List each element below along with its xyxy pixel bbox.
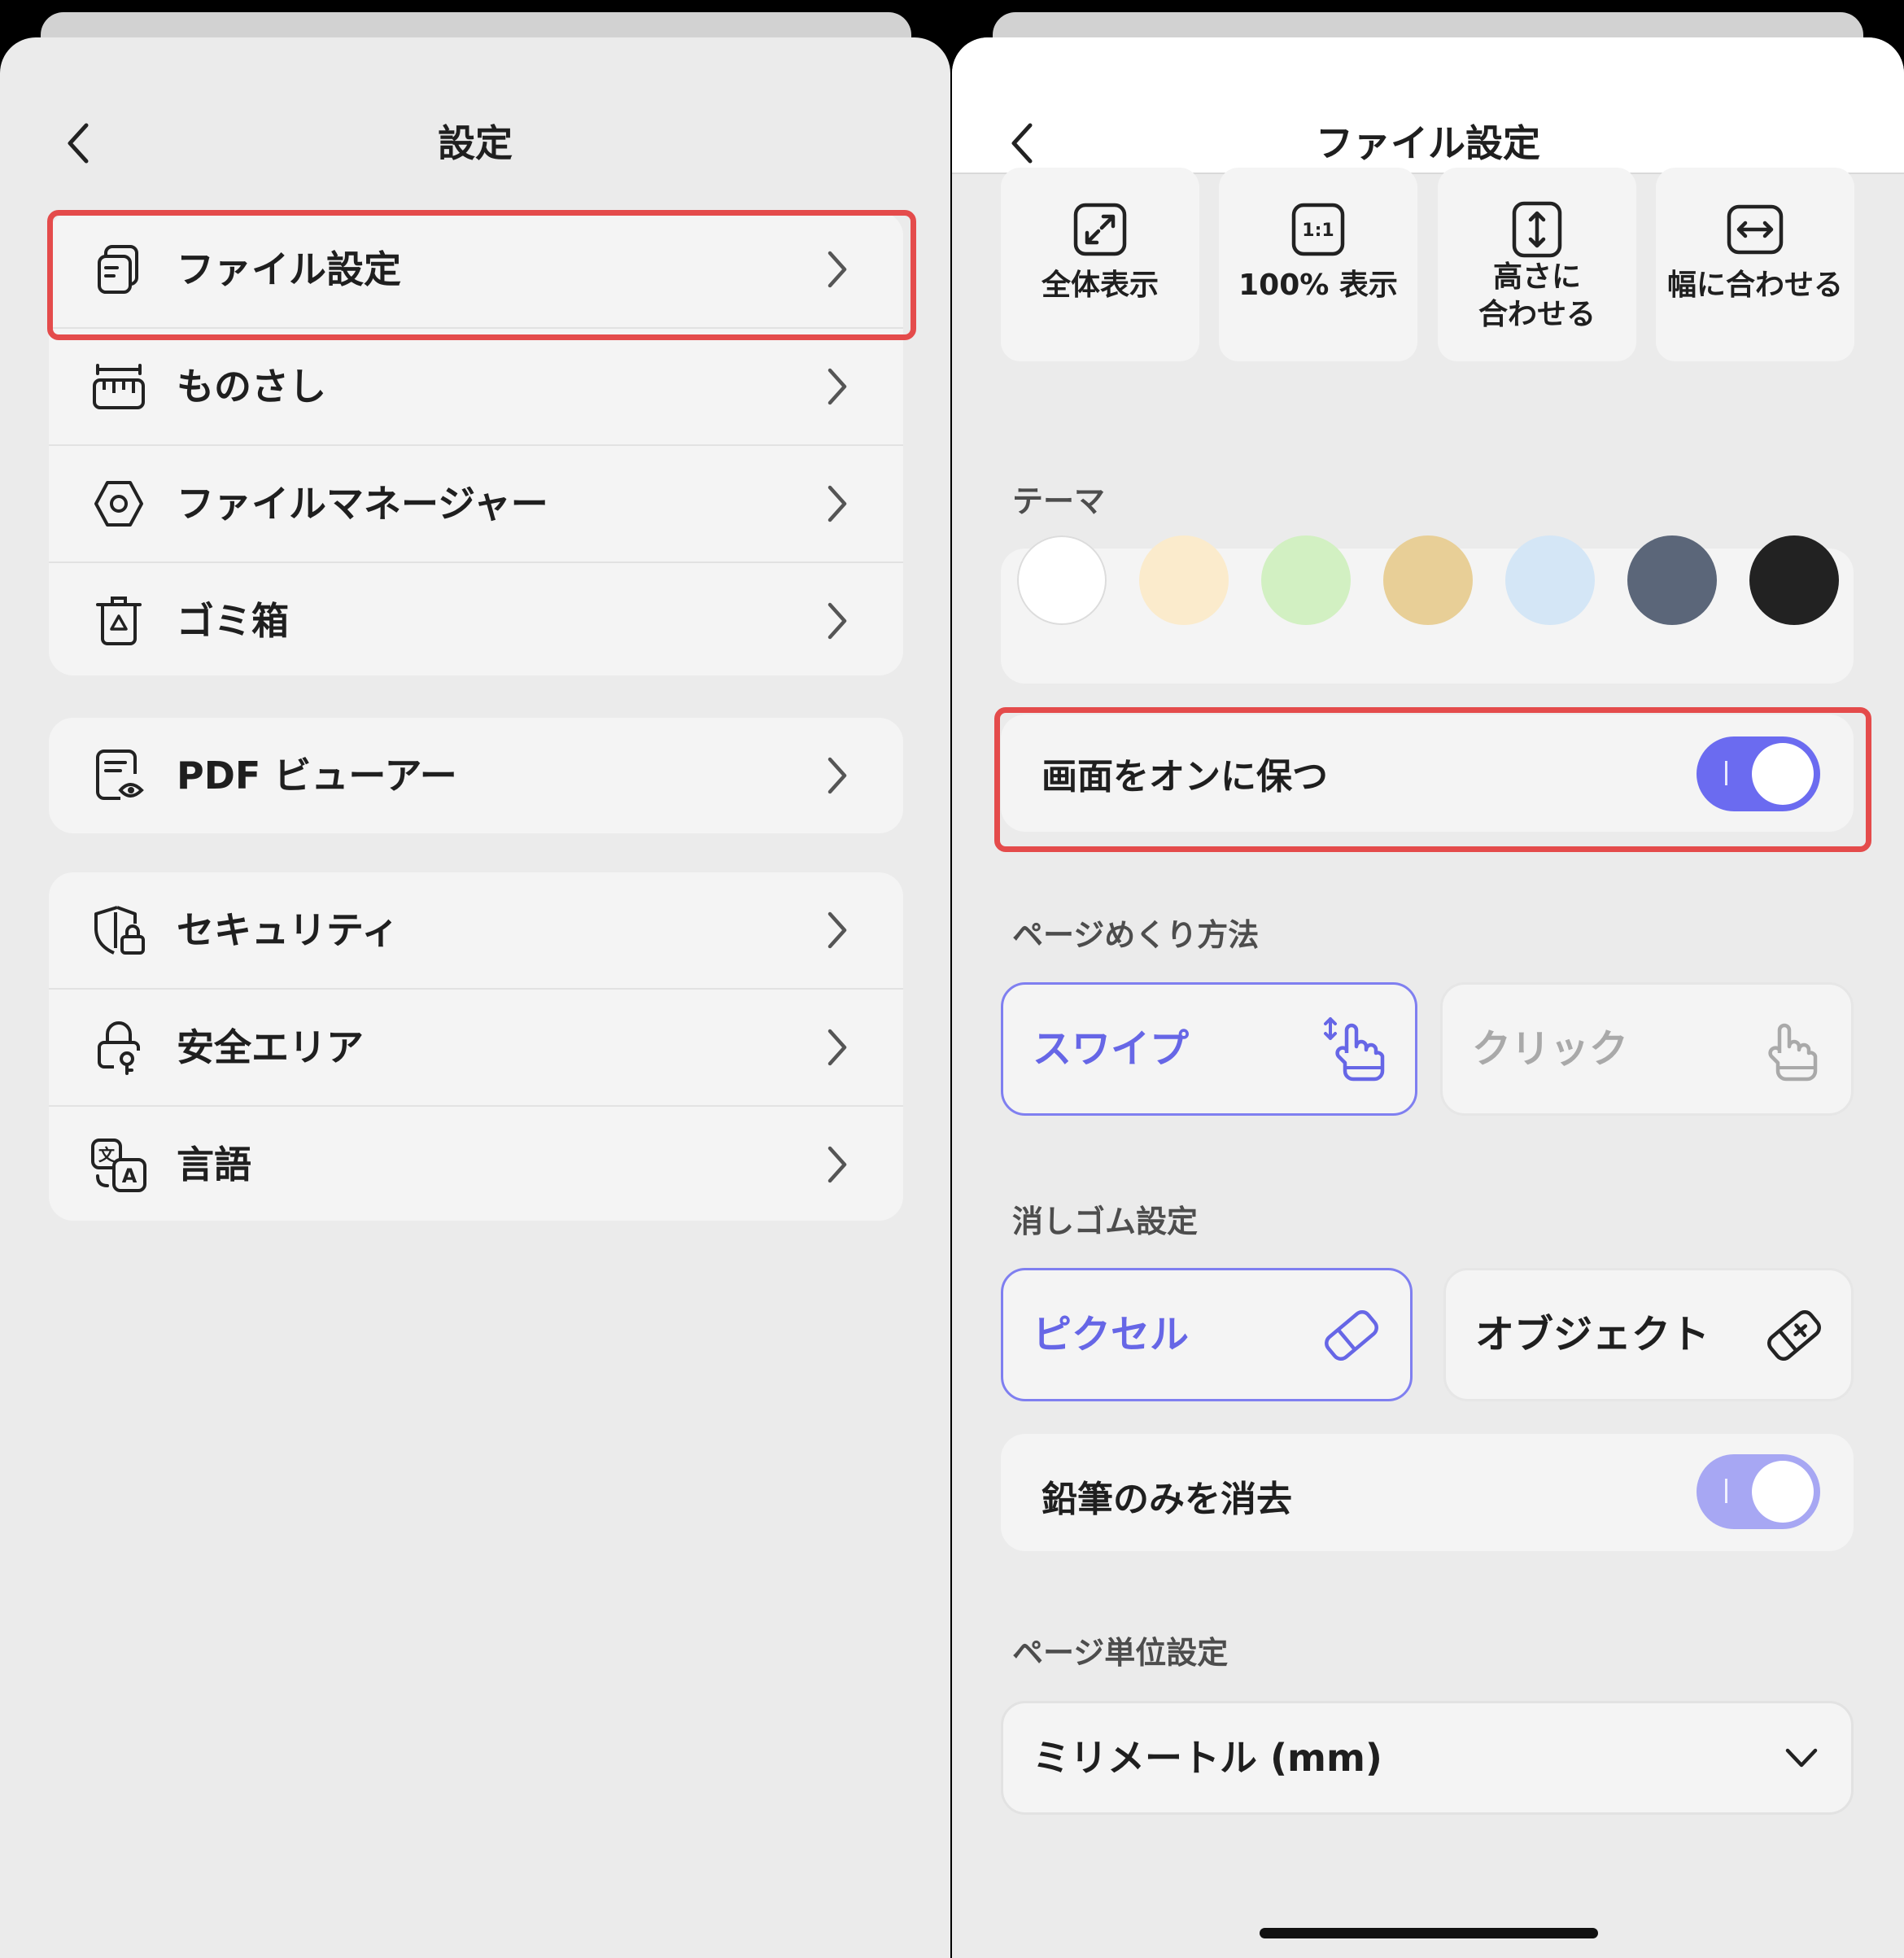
expand-icon — [1073, 203, 1127, 256]
view-mode-label: 高さに 合わせる — [1478, 260, 1596, 331]
settings-group-security: セキュリティ 安全エリア 文A 言語 — [49, 872, 903, 1221]
chevron-left-icon — [1011, 123, 1033, 164]
view-mode-fit-all[interactable]: 全体表示 — [1001, 168, 1199, 361]
fit-height-icon — [1512, 201, 1562, 258]
home-indicator — [1260, 1928, 1598, 1938]
settings-item-safe-area[interactable]: 安全エリア — [49, 988, 903, 1105]
option-label: オブジェクト — [1475, 1312, 1710, 1357]
chevron-right-icon — [828, 485, 847, 522]
settings-item-label: ものさし — [177, 365, 326, 409]
view-mode-fit-width[interactable]: 幅に合わせる — [1656, 168, 1854, 361]
fit-width-icon — [1727, 204, 1784, 255]
back-button[interactable] — [50, 115, 107, 172]
one-to-one-icon: 1:1 — [1291, 203, 1345, 256]
swipe-hand-icon — [1324, 1017, 1385, 1082]
page-unit-select[interactable]: ミリメートル (mm) — [1001, 1701, 1854, 1815]
page-title: 設定 — [438, 121, 513, 165]
theme-swatch-cream[interactable] — [1139, 535, 1229, 625]
header-bar — [952, 37, 1904, 174]
page-turn-option-click[interactable]: クリック — [1440, 982, 1854, 1116]
translate-icon: 文A — [91, 1139, 146, 1192]
section-label-page-turn: ページめくり方法 — [1012, 917, 1260, 953]
chevron-right-icon — [828, 757, 847, 794]
toggle-on-mark — [1725, 761, 1727, 785]
svg-text:A: A — [122, 1165, 138, 1187]
section-label-page-unit: ページ単位設定 — [1012, 1635, 1229, 1671]
settings-group-files: ファイル設定 ものさし ファイルマネージャー ゴミ箱 — [49, 212, 903, 675]
trash-icon — [96, 597, 142, 645]
toggle-on-mark — [1725, 1479, 1727, 1503]
theme-swatch-light-blue[interactable] — [1505, 535, 1595, 625]
settings-item-pdf-viewer[interactable]: PDF ビューアー — [49, 718, 903, 833]
select-value: ミリメートル (mm) — [1033, 1736, 1382, 1780]
toggle-knob — [1752, 743, 1814, 805]
shield-lock-icon — [94, 906, 145, 955]
settings-item-label: 言語 — [177, 1143, 251, 1187]
toggle-label: 画面をオンに保つ — [1042, 756, 1328, 798]
chevron-left-icon — [68, 123, 89, 164]
settings-item-label: セキュリティ — [177, 908, 400, 952]
theme-swatch-green[interactable] — [1261, 535, 1351, 625]
view-mode-label: 全体表示 — [1041, 269, 1159, 302]
file-settings-icon — [98, 245, 138, 294]
pdf-viewer-icon — [96, 750, 144, 800]
section-label-theme: テーマ — [1012, 483, 1106, 519]
settings-item-label: ファイル設定 — [177, 247, 401, 291]
tap-hand-icon — [1768, 1023, 1818, 1082]
settings-item-language[interactable]: 文A 言語 — [49, 1105, 903, 1221]
settings-panel: 設定 ファイル設定 ものさし ファイルマネージャー ゴミ箱 PDF ビューアー — [0, 37, 950, 1958]
eraser-option-pixel[interactable]: ピクセル — [1001, 1268, 1413, 1401]
chevron-right-icon — [828, 251, 847, 288]
settings-item-security[interactable]: セキュリティ — [49, 872, 903, 988]
svg-text:1:1: 1:1 — [1302, 221, 1334, 241]
chevron-down-icon — [1785, 1748, 1818, 1768]
settings-item-label: ゴミ箱 — [177, 599, 289, 643]
view-mode-fit-height[interactable]: 高さに 合わせる — [1438, 168, 1636, 361]
option-label: クリック — [1472, 1026, 1629, 1072]
chevron-right-icon — [828, 911, 847, 949]
chevron-right-icon — [828, 1029, 847, 1066]
option-label: スワイプ — [1033, 1026, 1190, 1072]
chevron-right-icon — [828, 368, 847, 405]
section-label-eraser: 消しゴム設定 — [1012, 1204, 1199, 1239]
object-eraser-icon — [1767, 1310, 1821, 1361]
settings-item-ruler[interactable]: ものさし — [49, 327, 903, 444]
theme-swatch-slate[interactable] — [1627, 535, 1717, 625]
settings-item-label: ファイルマネージャー — [177, 482, 548, 526]
eraser-option-object[interactable]: オブジェクト — [1443, 1268, 1854, 1401]
eraser-icon — [1325, 1310, 1378, 1361]
keep-screen-on-toggle[interactable] — [1697, 736, 1820, 811]
chevron-right-icon — [828, 1146, 847, 1183]
settings-group-viewer: PDF ビューアー — [49, 718, 903, 833]
page-turn-option-swipe[interactable]: スワイプ — [1001, 982, 1417, 1116]
settings-item-file-manager[interactable]: ファイルマネージャー — [49, 444, 903, 562]
erase-pencil-only-toggle[interactable] — [1697, 1454, 1820, 1529]
theme-swatch-white[interactable] — [1017, 535, 1107, 625]
back-button[interactable] — [994, 115, 1051, 172]
theme-swatch-black[interactable] — [1749, 535, 1839, 625]
lock-key-icon — [98, 1021, 140, 1075]
toggle-knob — [1752, 1461, 1814, 1523]
view-mode-label: 幅に合わせる — [1666, 269, 1843, 302]
settings-item-file-settings[interactable]: ファイル設定 — [49, 212, 903, 327]
option-label: ピクセル — [1033, 1312, 1190, 1357]
ruler-icon — [93, 364, 145, 409]
svg-text:文: 文 — [98, 1145, 116, 1165]
hexagon-icon — [94, 481, 143, 527]
settings-item-trash[interactable]: ゴミ箱 — [49, 562, 903, 675]
view-mode-100-percent[interactable]: 1:1 100% 表示 — [1219, 168, 1417, 361]
toggle-label: 鉛筆のみを消去 — [1042, 1479, 1292, 1520]
settings-item-label: PDF ビューアー — [177, 754, 457, 798]
settings-item-label: 安全エリア — [177, 1025, 364, 1069]
chevron-right-icon — [828, 602, 847, 640]
view-mode-label: 100% 表示 — [1238, 269, 1398, 302]
theme-swatch-tan[interactable] — [1383, 535, 1473, 625]
